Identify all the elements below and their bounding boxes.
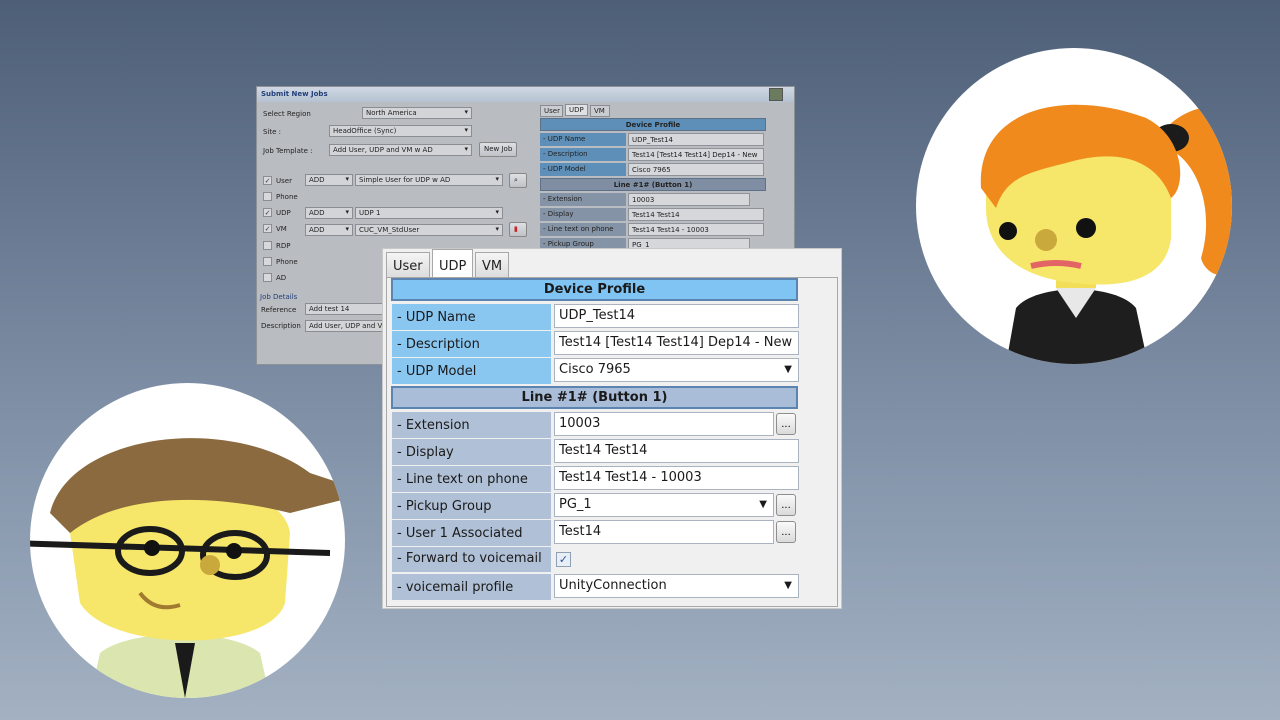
ad-checkbox[interactable] (263, 273, 272, 282)
vm-label: VM (276, 225, 287, 233)
back-tab-udp[interactable]: UDP (565, 104, 588, 116)
user-template-select[interactable]: Simple User for UDP w AD (355, 174, 503, 186)
udp-name-input[interactable]: UDP_Test14 (554, 304, 799, 328)
udp-template-select[interactable]: UDP 1 (355, 207, 503, 219)
user-associated-label: - User 1 Associated (392, 520, 551, 546)
region-label: Select Region (263, 110, 311, 118)
back-tab-user[interactable]: User (540, 105, 563, 117)
window-icon[interactable] (769, 88, 783, 101)
back-row-label: - UDP Name (540, 133, 626, 146)
back-row-value[interactable]: Test14 Test14 - 10003 (628, 223, 764, 236)
pickup-group-select[interactable]: PG_1 (554, 493, 774, 517)
pickup-group-label: - Pickup Group (392, 493, 551, 519)
back-row-value[interactable]: Test14 [Test14 Test14] Dep14 - New (628, 148, 764, 161)
new-job-button[interactable]: New Job (479, 142, 518, 157)
site-label: Site : (263, 128, 282, 136)
back-tab-vm[interactable]: VM (590, 105, 610, 117)
udp-panel: User UDP VM Device Profile - UDP Name UD… (382, 248, 842, 609)
template-select[interactable]: Add User, UDP and VM w AD (329, 144, 472, 156)
back-line-header: Line #1# (Button 1) (540, 178, 766, 191)
description-label: - Description (392, 331, 551, 357)
tab-user[interactable]: User (386, 252, 430, 278)
forward-voicemail-checkbox[interactable]: ✓ (556, 552, 571, 567)
udp-model-label: - UDP Model (392, 358, 551, 384)
user-action-select[interactable]: ADD (305, 174, 353, 186)
user-label: User (276, 177, 292, 185)
man-avatar (30, 383, 345, 698)
udp-checkbox[interactable]: ✓ (263, 208, 272, 217)
vm-checkbox[interactable]: ✓ (263, 224, 272, 233)
description-input[interactable]: Test14 [Test14 Test14] Dep14 - New (554, 331, 799, 355)
back-row-label: - Line text on phone (540, 223, 626, 236)
rdp-label: RDP (276, 242, 291, 250)
line-header: Line #1# (Button 1) (391, 386, 798, 409)
display-input[interactable]: Test14 Test14 (554, 439, 799, 463)
phone-label: Phone (276, 193, 298, 201)
back-row-value[interactable]: Cisco 7965 (628, 163, 764, 176)
search-icon[interactable]: ⌕ (509, 173, 527, 188)
tab-vm[interactable]: VM (475, 252, 510, 278)
job-details-label: Job Details (260, 293, 298, 301)
extension-browse-button[interactable]: ... (776, 413, 796, 435)
vm-action-select[interactable]: ADD (305, 224, 353, 236)
user-associated-input[interactable]: Test14 (554, 520, 774, 544)
tab-udp[interactable]: UDP (432, 249, 474, 279)
region-select[interactable]: North America (362, 107, 472, 119)
phone2-checkbox[interactable] (263, 257, 272, 266)
vm-template-select[interactable]: CUC_VM_StdUser (355, 224, 503, 236)
user-associated-browse-button[interactable]: ... (776, 521, 796, 543)
reference-label: Reference (261, 306, 297, 314)
pickup-group-browse-button[interactable]: ... (776, 494, 796, 516)
back-device-profile-header: Device Profile (540, 118, 766, 131)
voicemail-profile-label: - voicemail profile (392, 574, 551, 600)
line-text-input[interactable]: Test14 Test14 - 10003 (554, 466, 799, 490)
description-label: Description (261, 322, 301, 330)
reference-input[interactable]: Add test 14 (305, 303, 385, 315)
delete-icon[interactable]: ▮ (509, 222, 527, 237)
phone2-label: Phone (276, 258, 298, 266)
device-profile-header: Device Profile (391, 278, 798, 301)
udp-action-select[interactable]: ADD (305, 207, 353, 219)
back-row-value[interactable]: 10003 (628, 193, 750, 206)
extension-label: - Extension (392, 412, 551, 438)
display-label: - Display (392, 439, 551, 465)
woman-avatar (916, 48, 1232, 364)
template-label: Job Template : (263, 147, 313, 155)
back-row-value[interactable]: Test14 Test14 (628, 208, 764, 221)
back-row-label: - Description (540, 148, 626, 161)
back-row-value[interactable]: UDP_Test14 (628, 133, 764, 146)
back-row-label: - Extension (540, 193, 626, 206)
rdp-checkbox[interactable] (263, 241, 272, 250)
site-select[interactable]: HeadOffice (Sync) (329, 125, 472, 137)
back-row-label: - Display (540, 208, 626, 221)
ad-label: AD (276, 274, 287, 282)
voicemail-profile-select[interactable]: UnityConnection (554, 574, 799, 598)
window-title: Submit New Jobs (257, 87, 794, 102)
udp-label: UDP (276, 209, 291, 217)
back-row-label: - UDP Model (540, 163, 626, 176)
extension-input[interactable]: 10003 (554, 412, 774, 436)
phone-checkbox[interactable] (263, 192, 272, 201)
description-input[interactable]: Add User, UDP and VM (305, 320, 385, 332)
user-checkbox[interactable]: ✓ (263, 176, 272, 185)
udp-model-select[interactable]: Cisco 7965 (554, 358, 799, 382)
line-text-label: - Line text on phone (392, 466, 551, 492)
udp-name-label: - UDP Name (392, 304, 551, 330)
forward-voicemail-label: - Forward to voicemail (392, 547, 551, 572)
